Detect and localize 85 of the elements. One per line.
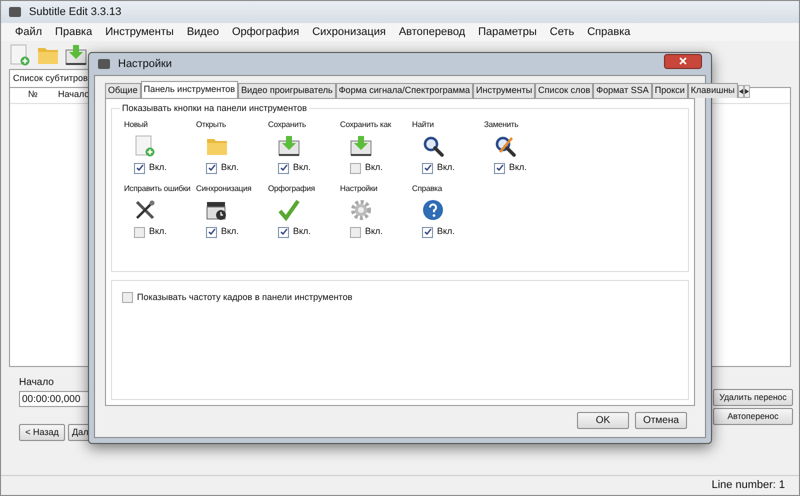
new-file-icon: [134, 135, 156, 157]
tab[interactable]: Общие: [105, 83, 141, 98]
download-tray-icon: [350, 135, 372, 157]
button-label: Сохранить как: [340, 119, 392, 131]
new-file-icon: [9, 44, 31, 66]
button-label: Справка: [412, 183, 442, 195]
menu-item[interactable]: Автоперевод: [398, 24, 466, 40]
menu-item[interactable]: Инструменты: [105, 24, 174, 40]
checkbox-label: Вкл.: [293, 225, 311, 238]
menu-item[interactable]: Орфография: [232, 24, 300, 40]
button-label: Настройки: [340, 183, 378, 195]
column-header: №: [27, 88, 39, 101]
checkbox[interactable]: [278, 226, 289, 238]
checkbox[interactable]: [350, 226, 361, 238]
button-label: Сохранить: [268, 119, 306, 131]
menu-item[interactable]: Видео: [186, 24, 219, 40]
tab[interactable]: Инструменты: [473, 83, 536, 98]
checkbox[interactable]: [422, 226, 433, 238]
clapperboard-clock-icon: [206, 199, 228, 221]
field-label: Начало: [19, 376, 55, 390]
checkbox[interactable]: [134, 162, 145, 174]
button-label: Новый: [124, 119, 148, 131]
button-label: Орфография: [268, 183, 315, 195]
checkbox-label: Вкл.: [149, 161, 167, 174]
tab[interactable]: Прокси: [652, 83, 688, 98]
checkbox-label: Вкл.: [365, 161, 383, 174]
checkbox-label: Вкл.: [365, 225, 383, 238]
dialog-title: Настройки: [118, 56, 172, 72]
checkbox[interactable]: [206, 162, 217, 174]
right-arrow-icon: [744, 89, 749, 94]
menu-item[interactable]: Сихронизация: [312, 24, 386, 40]
close-button[interactable]: [664, 54, 702, 68]
status-text: Line number: 1: [712, 478, 785, 494]
checkbox-label: Вкл.: [221, 161, 239, 174]
tools-icon: [134, 199, 156, 221]
button-label: Исправить ошибки: [124, 183, 190, 195]
checkbox-label: Вкл.: [437, 161, 455, 174]
tab[interactable]: Формат SSA: [593, 83, 652, 98]
checkbox[interactable]: [134, 226, 145, 238]
help-icon: [422, 199, 444, 221]
checkbox-label: Вкл.: [149, 225, 167, 238]
button-label: Синхронизация: [196, 183, 252, 195]
menu-item[interactable]: Справка: [587, 24, 630, 40]
gear-icon: [350, 199, 372, 221]
checkbox[interactable]: [278, 162, 289, 174]
button-label: Найти: [412, 119, 434, 131]
checkbox[interactable]: [122, 292, 133, 304]
dialog-button[interactable]: OK: [577, 412, 629, 429]
nav-button[interactable]: < Назад: [19, 424, 65, 441]
magnifier-pencil-icon: [494, 135, 516, 157]
menu-item[interactable]: Сеть: [550, 24, 574, 40]
app-icon: [9, 7, 21, 17]
side-button[interactable]: Удалить перенос: [713, 389, 793, 406]
checkmark-icon: [278, 199, 300, 221]
side-button[interactable]: Автоперенос: [713, 408, 793, 425]
checkbox-label: Показывать частоту кадров в панели инструментов: [137, 291, 352, 304]
dialog-icon: [98, 59, 110, 69]
folder-icon: [206, 136, 228, 156]
menu-item[interactable]: Параметры: [478, 24, 537, 40]
close-icon: [679, 57, 687, 65]
download-tray-icon: [278, 135, 300, 157]
checkbox-label: Вкл.: [437, 225, 455, 238]
tab[interactable]: Форма сигнала/Спектрограмма: [336, 83, 474, 98]
checkbox-label: Вкл.: [221, 225, 239, 238]
window-title: Subtitle Edit 3.3.13: [29, 4, 122, 20]
tab[interactable]: Список слов: [535, 83, 594, 98]
checkbox-label: Вкл.: [293, 161, 311, 174]
download-tray-icon: [65, 44, 87, 66]
dialog-button[interactable]: Отмена: [635, 412, 687, 429]
menu-item[interactable]: Правка: [55, 24, 92, 40]
button-label: Открыть: [196, 119, 226, 131]
tab[interactable]: Клавишны: [688, 83, 738, 98]
checkbox[interactable]: [206, 226, 217, 238]
button-label: Заменить: [484, 119, 518, 131]
menu-item[interactable]: Файл: [15, 24, 42, 40]
checkbox[interactable]: [494, 162, 505, 174]
tab[interactable]: Панель инструментов: [140, 81, 238, 98]
tab[interactable]: Видео проигрыватель: [238, 83, 336, 98]
magnifier-icon: [422, 135, 444, 157]
group-title: Показывать кнопки на панели инструментов: [120, 102, 309, 116]
left-arrow-icon: [738, 89, 743, 94]
checkbox[interactable]: [422, 162, 433, 174]
checkbox[interactable]: [350, 162, 361, 174]
folder-icon: [37, 45, 59, 65]
checkbox-label: Вкл.: [509, 161, 527, 174]
